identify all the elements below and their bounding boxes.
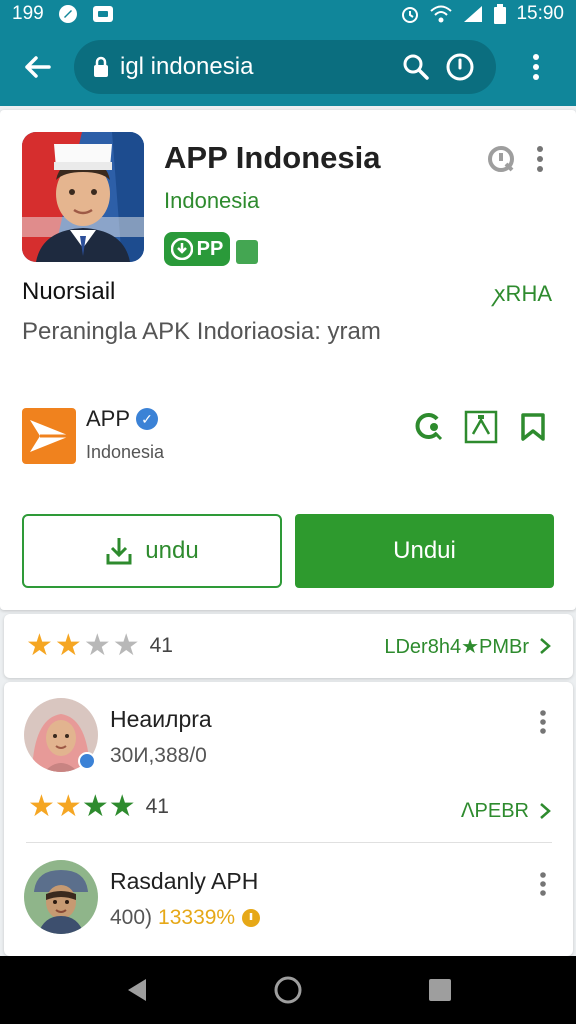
bookmark-button[interactable]: [516, 410, 550, 444]
rating-summary-card[interactable]: ★ ★ ★ ★ 41 LDer8h4★PMBr: [4, 614, 573, 678]
circle-home-icon: [274, 976, 302, 1004]
reviews-card: Heaилpra 30И,388/0 ★ ★ ★ ★ 41 ⴷPEBR Rasd…: [4, 682, 573, 956]
review-more-button[interactable]: [534, 870, 552, 898]
app-category-label: Nuorsiail: [22, 278, 116, 305]
nav-back-button[interactable]: [106, 960, 166, 1020]
mini-badge: [236, 240, 258, 264]
review-link-label: ⴷPEBR: [460, 800, 529, 822]
publisher-name[interactable]: APP: [86, 406, 130, 432]
battery-icon: [494, 4, 507, 24]
review-count: 41: [145, 795, 169, 818]
star-empty-icon: ★: [112, 629, 140, 662]
more-vertical-icon: [540, 710, 546, 734]
history-button[interactable]: [438, 45, 482, 89]
signal-icon: [462, 5, 484, 23]
review-stars: ★ ★ ★ ★ 41: [28, 792, 169, 822]
avatar-badge-icon: [78, 752, 96, 770]
status-bar: 199 15:90: [0, 0, 576, 28]
more-vertical-icon: [540, 872, 546, 896]
share-button[interactable]: [412, 410, 446, 444]
reviewer-meta-b: 13339%: [158, 906, 236, 929]
app-detail-card: APP Indonesia Indonesia PP Nuorsiail ꭗRH…: [0, 110, 576, 610]
download-outline-button[interactable]: undu: [22, 514, 282, 588]
star-empty-icon: ★: [83, 629, 111, 662]
rating-stars: ★ ★ ★ ★: [26, 631, 140, 661]
app-description: Peraningla APK Indoriaosia: yram: [22, 318, 381, 345]
rating-link-label: LDer8h4★PMBr: [384, 635, 529, 658]
download-outline-label: undu: [145, 537, 199, 564]
star-filled-icon: ★: [81, 790, 109, 823]
chevron-right-icon: [540, 638, 551, 654]
app-developer-link[interactable]: Indonesia: [164, 188, 259, 214]
triangle-back-icon: [128, 979, 146, 1001]
bookmark-icon: [521, 413, 545, 441]
app-rating-label: ꭗRHA: [493, 281, 552, 306]
rating-link[interactable]: LDer8h4★PMBr: [384, 634, 551, 659]
pp-badge-label: PP: [196, 237, 224, 260]
action-icons: [412, 410, 550, 444]
info-circle-icon: [488, 146, 514, 172]
review-more-button[interactable]: [534, 708, 552, 736]
review-link[interactable]: ⴷPEBR: [461, 798, 551, 823]
square-app-icon: [92, 5, 114, 23]
search-query[interactable]: igl indonesia: [120, 53, 394, 81]
more-vertical-icon: [537, 146, 543, 172]
back-arrow-icon: [25, 56, 51, 78]
rating-count: 41: [149, 634, 173, 657]
lock-icon: [90, 56, 112, 78]
wifi-icon: [430, 5, 453, 23]
nav-home-button[interactable]: [258, 960, 318, 1020]
reviewer-meta-a: 400): [110, 906, 153, 929]
chevron-right-icon: [540, 802, 551, 819]
star-filled-icon: ★: [54, 629, 82, 662]
publisher-logo[interactable]: [22, 408, 76, 464]
download-icon: [106, 538, 132, 565]
star-filled-icon: ★: [108, 790, 136, 823]
install-button[interactable]: Undui: [295, 514, 554, 588]
circle-app-icon: [58, 4, 78, 24]
publisher-name-row: APP ✓: [86, 406, 159, 432]
search-icon: [403, 54, 429, 80]
status-time-left: 199: [12, 3, 44, 24]
app-icon[interactable]: [22, 132, 144, 262]
image-frame-icon: [464, 410, 498, 444]
app-title: APP Indonesia: [164, 140, 381, 175]
clock-icon: [446, 53, 474, 81]
info-button[interactable]: [486, 144, 516, 174]
pp-badge: PP: [164, 232, 230, 266]
star-filled-icon: ★: [28, 790, 55, 823]
app-toolbar: igl indonesia: [0, 28, 576, 106]
search-refresh-icon: [415, 413, 443, 441]
download-check-icon: [170, 238, 193, 260]
verified-check-icon: ✓: [136, 408, 159, 430]
status-time-right: 15:90: [516, 3, 564, 24]
star-filled-icon: ★: [54, 790, 82, 823]
card-more-button[interactable]: [530, 144, 550, 174]
avatar[interactable]: [24, 860, 98, 934]
reviewer-meta: 400) 13339%: [110, 906, 261, 930]
nav-recents-button[interactable]: [410, 960, 470, 1020]
star-filled-icon: ★: [26, 629, 53, 662]
publisher-subtitle: Indonesia: [86, 442, 165, 462]
send-arrow-icon: [30, 420, 70, 452]
divider: [26, 842, 552, 843]
system-nav-bar: [0, 956, 576, 1024]
alarm-icon: [400, 4, 420, 24]
overflow-menu-button[interactable]: [496, 54, 576, 80]
screenshot-button[interactable]: [464, 410, 498, 444]
search-bar[interactable]: igl indonesia: [74, 40, 496, 94]
coin-icon: [242, 909, 261, 927]
square-recents-icon: [429, 979, 451, 1001]
reviewer-name: Heaилpra: [110, 706, 212, 732]
reviewer-meta: 30И,388/0: [110, 744, 207, 767]
search-button[interactable]: [394, 45, 438, 89]
reviewer-name: Rasdanly APH: [110, 868, 259, 894]
overflow-icon: [533, 54, 539, 80]
install-button-label: Undui: [393, 537, 456, 564]
back-button[interactable]: [0, 28, 74, 106]
